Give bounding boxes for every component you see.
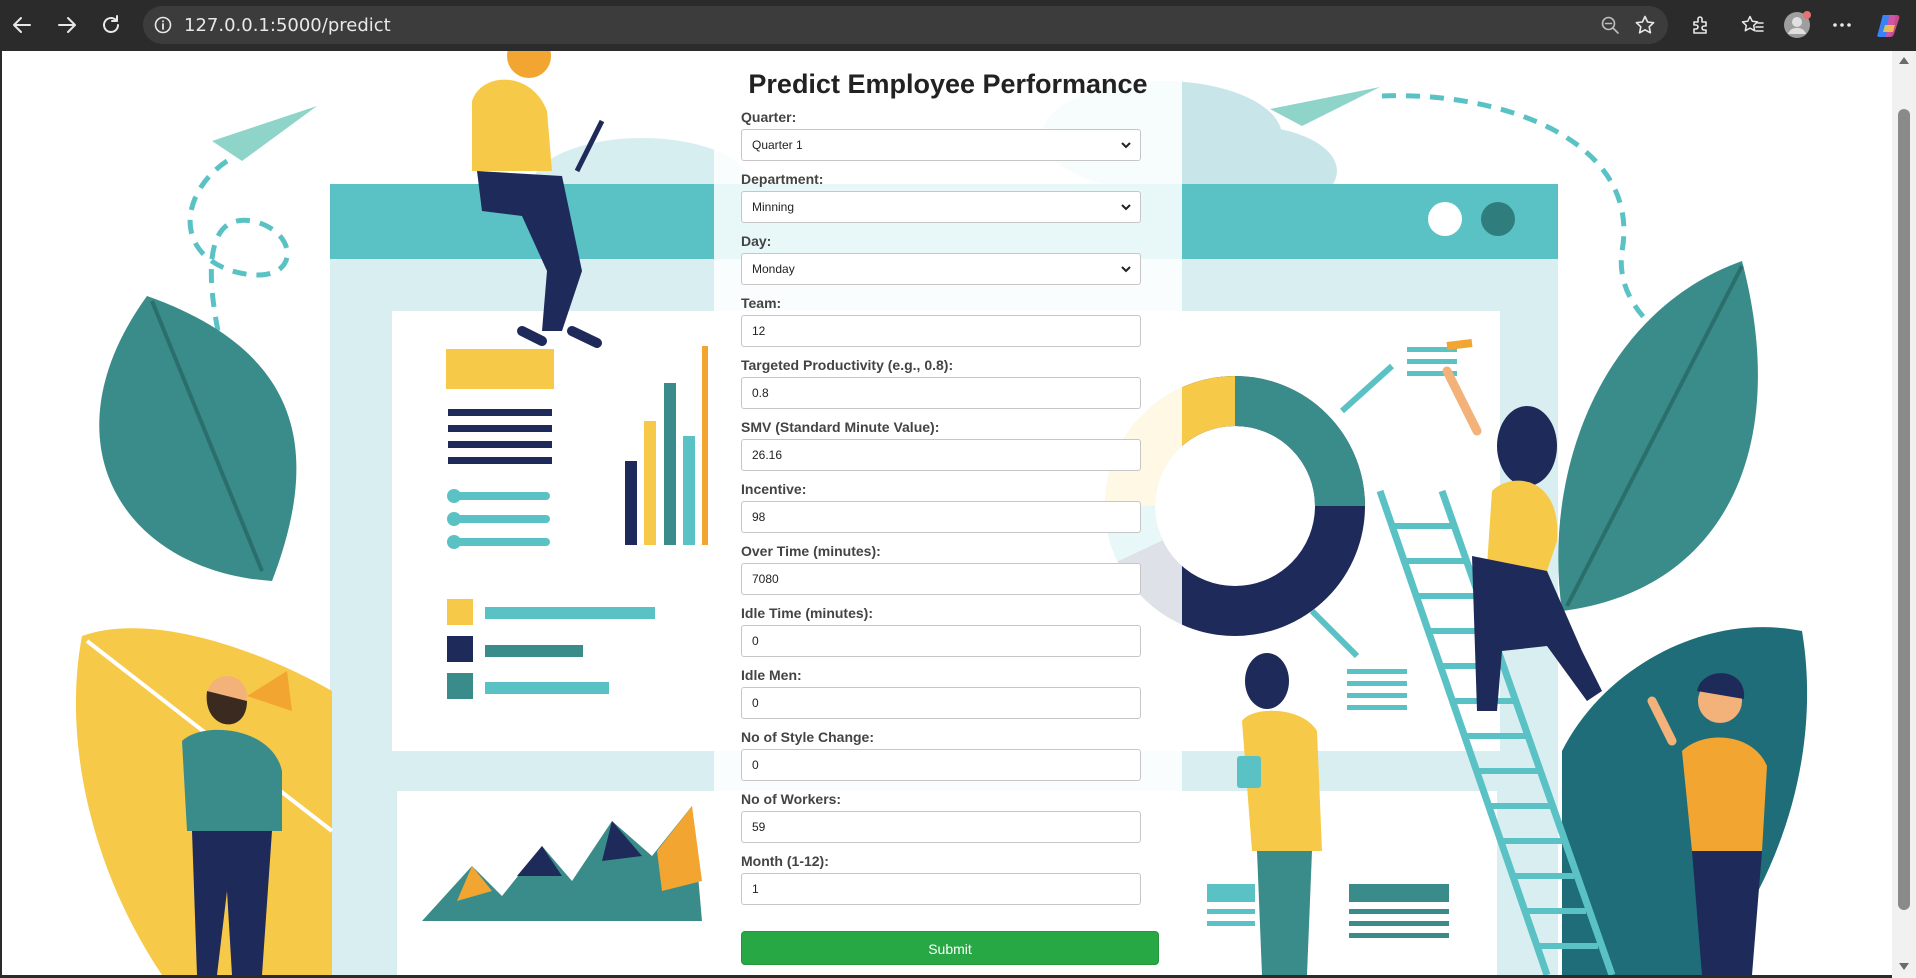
department-field: Department: Minning: [741, 171, 1141, 223]
smv-input[interactable]: 26.16: [741, 439, 1141, 471]
profile-avatar-icon[interactable]: [1781, 9, 1813, 41]
address-bar[interactable]: 127.0.0.1:5000/predict: [143, 6, 1668, 44]
page-viewport: Predict Employee Performance Quarter: Qu…: [2, 51, 1892, 975]
style-change-label: No of Style Change:: [741, 729, 875, 745]
smv-field: SMV (Standard Minute Value): 26.16: [741, 419, 1141, 471]
idle-men-input[interactable]: 0: [741, 687, 1141, 719]
over-time-label: Over Time (minutes):: [741, 543, 881, 559]
incentive-field: Incentive: 98: [741, 481, 1141, 533]
zoom-out-icon[interactable]: [1600, 15, 1620, 40]
quarter-select[interactable]: Quarter 1: [741, 129, 1141, 161]
day-select[interactable]: Monday: [741, 253, 1141, 285]
chevron-down-icon: [1121, 142, 1131, 149]
submit-button[interactable]: Submit: [741, 931, 1159, 965]
workers-label: No of Workers:: [741, 791, 842, 807]
targeted-productivity-field: Targeted Productivity (e.g., 0.8): 0.8: [741, 357, 1141, 409]
style-change-input[interactable]: 0: [741, 749, 1141, 781]
day-select-value: Monday: [752, 262, 795, 276]
favorite-star-icon[interactable]: [1634, 14, 1656, 41]
back-button[interactable]: [6, 9, 38, 41]
vertical-scrollbar[interactable]: [1892, 51, 1916, 978]
targeted-productivity-label: Targeted Productivity (e.g., 0.8):: [741, 357, 954, 373]
over-time-input[interactable]: 7080: [741, 563, 1141, 595]
idle-time-field: Idle Time (minutes): 0: [741, 605, 1141, 657]
chevron-down-icon: [1121, 266, 1131, 273]
more-icon[interactable]: [1826, 9, 1858, 41]
scroll-down-arrow-icon[interactable]: [1899, 963, 1909, 970]
over-time-field: Over Time (minutes): 7080: [741, 543, 1141, 595]
department-label: Department:: [741, 171, 824, 187]
back-icon: [13, 17, 31, 33]
incentive-input[interactable]: 98: [741, 501, 1141, 533]
extensions-icon[interactable]: [1685, 9, 1717, 41]
style-change-field: No of Style Change: 0: [741, 729, 1141, 781]
chevron-down-icon: [1121, 204, 1131, 211]
workers-field: No of Workers: 59: [741, 791, 1141, 843]
idle-time-label: Idle Time (minutes):: [741, 605, 873, 621]
month-label: Month (1-12):: [741, 853, 829, 869]
day-label: Day:: [741, 233, 772, 249]
quarter-select-value: Quarter 1: [752, 138, 803, 152]
month-input[interactable]: 1: [741, 873, 1141, 905]
department-select[interactable]: Minning: [741, 191, 1141, 223]
copilot-icon[interactable]: [1873, 9, 1905, 41]
idle-men-label: Idle Men:: [741, 667, 802, 683]
team-input[interactable]: 12: [741, 315, 1141, 347]
day-field: Day: Monday: [741, 233, 1141, 285]
idle-time-input[interactable]: 0: [741, 625, 1141, 657]
forward-button[interactable]: [51, 9, 83, 41]
forward-icon: [58, 17, 76, 33]
reload-button[interactable]: [95, 9, 127, 41]
department-select-value: Minning: [752, 200, 795, 214]
quarter-label: Quarter:: [741, 109, 797, 125]
scrollbar-thumb[interactable]: [1898, 109, 1910, 910]
url-text[interactable]: 127.0.0.1:5000/predict: [184, 15, 391, 36]
workers-input[interactable]: 59: [741, 811, 1141, 843]
targeted-productivity-input[interactable]: 0.8: [741, 377, 1141, 409]
team-field: Team: 12: [741, 295, 1141, 347]
reload-icon: [103, 15, 119, 33]
month-field: Month (1-12): 1: [741, 853, 1141, 905]
page-title: Predict Employee Performance: [748, 69, 1148, 99]
incentive-label: Incentive:: [741, 481, 807, 497]
prediction-form-panel: Predict Employee Performance Quarter: Qu…: [714, 51, 1182, 975]
smv-label: SMV (Standard Minute Value):: [741, 419, 940, 435]
favorites-icon[interactable]: [1737, 9, 1769, 41]
team-label: Team:: [741, 295, 782, 311]
scroll-up-arrow-icon[interactable]: [1899, 57, 1909, 64]
idle-men-field: Idle Men: 0: [741, 667, 1141, 719]
site-info-icon[interactable]: [153, 15, 173, 40]
quarter-field: Quarter: Quarter 1: [741, 109, 1141, 161]
browser-toolbar: 127.0.0.1:5000/predict: [0, 0, 1916, 51]
